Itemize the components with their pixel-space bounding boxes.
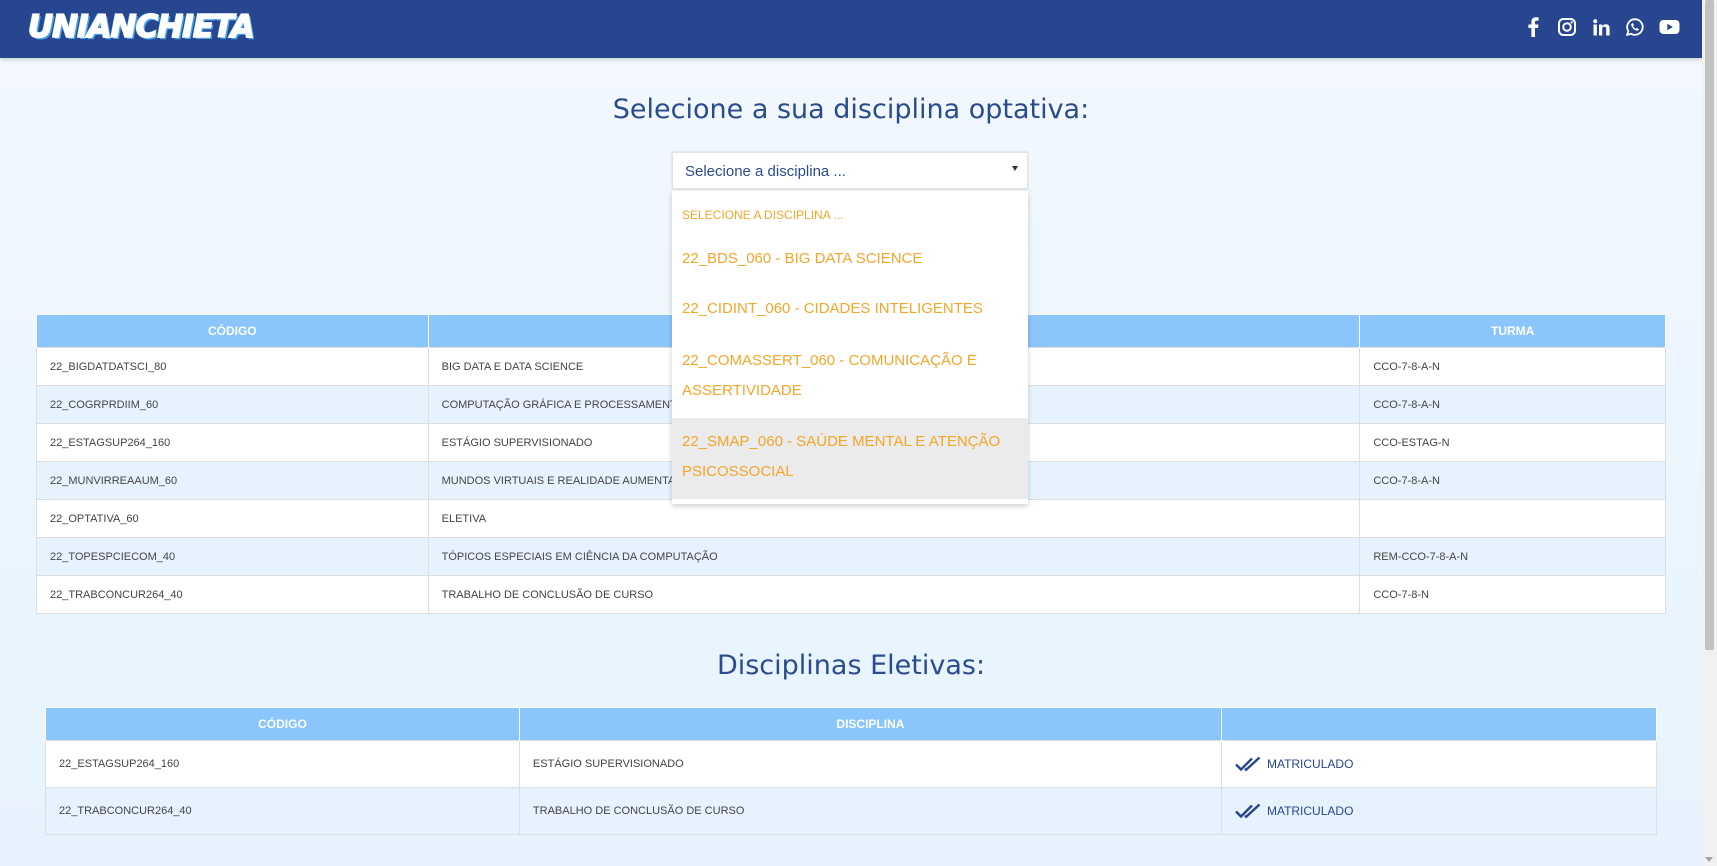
cell-discipline: TÓPICOS ESPECIAIS EM CIÊNCIA DA COMPUTAÇ… [427, 537, 1361, 576]
cell-class: CCO-7-8-A-N [1359, 461, 1666, 500]
cell-class [1359, 499, 1666, 538]
cell-discipline: ESTÁGIO SUPERVISIONADO [518, 740, 1222, 788]
cell-code: 22_ESTAGSUP264_160 [45, 740, 520, 788]
cell-class: REM-CCO-7-8-A-N [1359, 537, 1666, 576]
status-label: MATRICULADO [1266, 757, 1354, 771]
cell-code: 22_TRABCONCUR264_40 [45, 787, 520, 835]
table-row: 22_OPTATIVA_60 ELETIVA [36, 499, 1666, 538]
top-navbar: UNIANCHIETA [0, 0, 1702, 58]
cell-class: CCO-ESTAG-N [1359, 423, 1666, 462]
discipline-select[interactable]: Selecione a disciplina ... [672, 152, 1028, 189]
cell-class: CCO-7-8-A-N [1359, 385, 1666, 424]
electives-table: CÓDIGO DISCIPLINA 22_ESTAGSUP264_160 EST… [45, 707, 1658, 835]
dropdown-option-highlighted[interactable]: 22_SMAP_060 - SAÚDE MENTAL E ATENÇÃO PSI… [672, 418, 1028, 499]
double-check-icon [1235, 803, 1261, 819]
scrollbar-thumb[interactable] [1705, 0, 1714, 650]
table-row: 22_TRABCONCUR264_40 TRABALHO DE CONCLUSÃ… [45, 787, 1658, 835]
cell-status: MATRICULADO [1220, 740, 1658, 788]
column-header-status [1220, 707, 1658, 741]
cell-status: MATRICULADO [1220, 787, 1658, 835]
table-row: 22_TRABCONCUR264_40 TRABALHO DE CONCLUSÃO… [36, 575, 1666, 614]
youtube-icon[interactable] [1658, 16, 1680, 38]
page-title: Selecione a sua disciplina optativa: [612, 94, 1090, 125]
page-scrollbar[interactable] [1702, 0, 1717, 866]
cell-code: 22_TOPESPCIECOM_40 [36, 537, 429, 576]
discipline-dropdown: SELECIONE A DISCIPLINA ... 22_BDS_060 - … [672, 191, 1028, 504]
linkedin-icon[interactable] [1590, 16, 1612, 38]
status-label: MATRICULADO [1266, 804, 1354, 818]
column-header-code: CÓDIGO [45, 707, 520, 741]
cell-discipline: TRABALHO DE CONCLUSÃO DE CURSO [518, 787, 1222, 835]
caret-down-icon [1012, 166, 1018, 171]
cell-code: 22_BIGDATDATSCI_80 [36, 347, 429, 386]
select-value: Selecione a disciplina ... [685, 163, 846, 180]
cell-discipline: TRABALHO DE CONCLUSÃO DE CURSO [427, 575, 1361, 614]
logo[interactable]: UNIANCHIETA [27, 7, 255, 47]
cell-code: 22_ESTAGSUP264_160 [36, 423, 429, 462]
cell-code: 22_TRABCONCUR264_40 [36, 575, 429, 614]
dropdown-option[interactable]: 22_COMASSERT_060 - COMUNICAÇÃO E ASSERTI… [672, 345, 1028, 409]
scroll-down-arrow-icon[interactable] [1705, 857, 1713, 862]
column-header-discipline: DISCIPLINA [518, 707, 1222, 741]
dropdown-option[interactable]: SELECIONE A DISCIPLINA ... [672, 208, 1028, 232]
section-title-electives: Disciplinas Eletivas: [716, 650, 986, 681]
dropdown-option[interactable]: 22_BDS_060 - BIG DATA SCIENCE [672, 244, 1028, 282]
table-row: 22_ESTAGSUP264_160 ESTÁGIO SUPERVISIONAD… [45, 740, 1658, 788]
column-header-code: CÓDIGO [36, 314, 429, 348]
cell-class: CCO-7-8-A-N [1359, 347, 1666, 386]
cell-discipline: ELETIVA [427, 499, 1361, 538]
instagram-icon[interactable] [1556, 16, 1578, 38]
double-check-icon [1235, 756, 1261, 772]
cell-code: 22_MUNVIRREAAUM_60 [36, 461, 429, 500]
cell-code: 22_COGRPRDIIM_60 [36, 385, 429, 424]
whatsapp-icon[interactable] [1624, 16, 1646, 38]
table-row: 22_TOPESPCIECOM_40 TÓPICOS ESPECIAIS EM C… [36, 537, 1666, 576]
cell-code: 22_OPTATIVA_60 [36, 499, 429, 538]
column-header-class: TURMA [1359, 314, 1666, 348]
social-links [1522, 16, 1680, 38]
facebook-icon[interactable] [1522, 16, 1544, 38]
dropdown-option[interactable]: 22_CIDINT_060 - CIDADES INTELIGENTES [672, 294, 1028, 332]
cell-class: CCO-7-8-N [1359, 575, 1666, 614]
